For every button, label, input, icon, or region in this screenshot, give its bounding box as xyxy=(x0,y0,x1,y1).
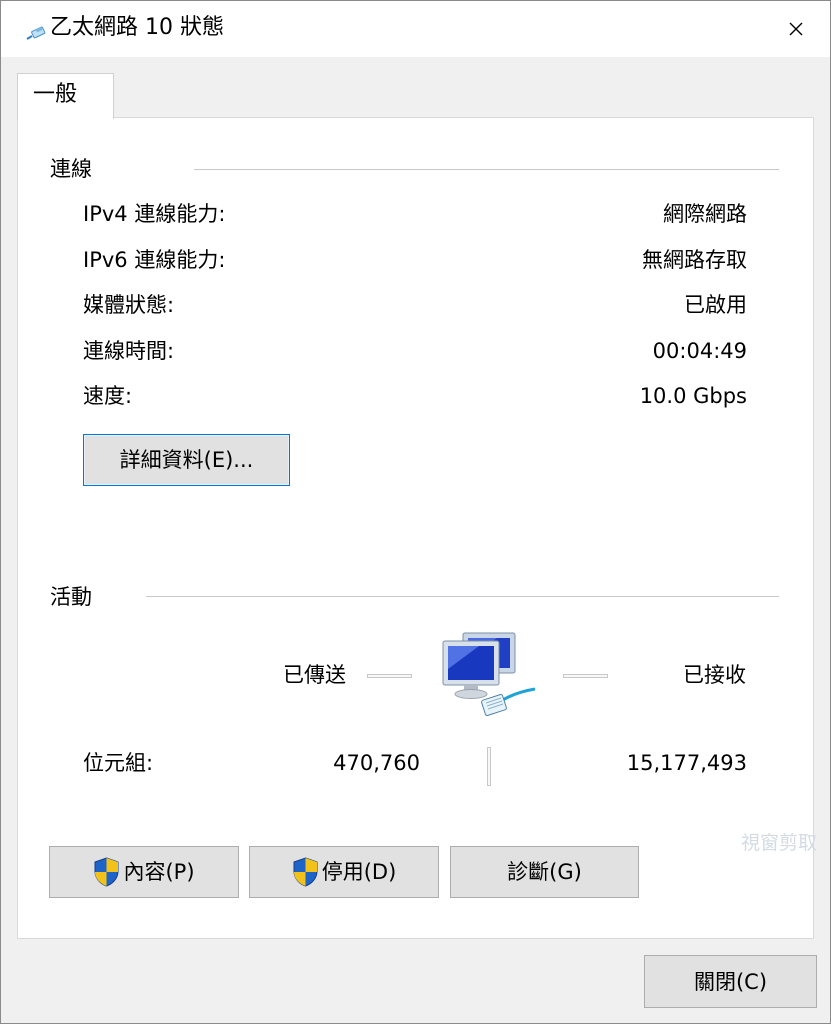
speed-label: 速度: xyxy=(83,384,133,408)
media-state-label: 媒體狀態: xyxy=(83,293,175,317)
bytes-label: 位元組: xyxy=(83,751,154,775)
tab-general[interactable]: 一般 xyxy=(17,73,114,119)
properties-button[interactable]: 內容(P) xyxy=(49,846,239,898)
uac-shield-icon xyxy=(293,857,318,887)
close-button[interactable] xyxy=(771,11,821,47)
ipv6-label: IPv6 連線能力: xyxy=(83,248,226,272)
connection-group-label: 連線 xyxy=(50,157,92,181)
duration-label: 連線時間: xyxy=(83,339,175,363)
ipv4-label: IPv4 連線能力: xyxy=(83,202,226,226)
close-icon xyxy=(789,22,803,36)
close-dialog-button[interactable]: 關閉(C) xyxy=(644,955,817,1008)
media-state-value: 已啟用 xyxy=(684,293,747,317)
disable-button-label: 停用(D) xyxy=(321,860,397,884)
ipv4-value: 網際網路 xyxy=(663,202,747,226)
diagnose-button[interactable]: 診斷(G) xyxy=(450,846,639,898)
window-title: 乙太網路 10 狀態 xyxy=(50,15,224,40)
received-label: 已接收 xyxy=(683,663,746,687)
tab-general-label: 一般 xyxy=(33,82,78,107)
disable-button[interactable]: 停用(D) xyxy=(249,846,439,898)
sent-label: 已傳送 xyxy=(283,663,346,687)
properties-button-label: 內容(P) xyxy=(123,860,195,884)
details-button[interactable]: 詳細資料(E)... xyxy=(83,434,290,486)
connection-group-divider xyxy=(194,169,779,170)
activity-group-label: 活動 xyxy=(50,585,92,609)
sent-activity-line xyxy=(367,674,412,678)
network-computers-icon xyxy=(442,632,536,716)
tab-panel xyxy=(17,117,814,939)
uac-shield-icon xyxy=(94,857,119,887)
watermark-text: 視窗剪取 xyxy=(741,832,818,854)
network-cable-icon xyxy=(26,26,46,40)
received-activity-line xyxy=(563,674,608,678)
status-dialog: 乙太網路 10 狀態 一般 連線 IPv4 連線能力: 網際網路 IPv6 連線… xyxy=(0,0,831,1024)
activity-group-divider xyxy=(146,596,779,597)
duration-value: 00:04:49 xyxy=(652,339,747,363)
ipv6-value: 無網路存取 xyxy=(642,248,747,272)
title-bar[interactable]: 乙太網路 10 狀態 xyxy=(1,1,830,57)
bytes-separator xyxy=(487,747,491,786)
bytes-sent-value: 470,760 xyxy=(333,751,420,775)
speed-value: 10.0 Gbps xyxy=(639,384,747,408)
bytes-received-value: 15,177,493 xyxy=(626,751,747,775)
